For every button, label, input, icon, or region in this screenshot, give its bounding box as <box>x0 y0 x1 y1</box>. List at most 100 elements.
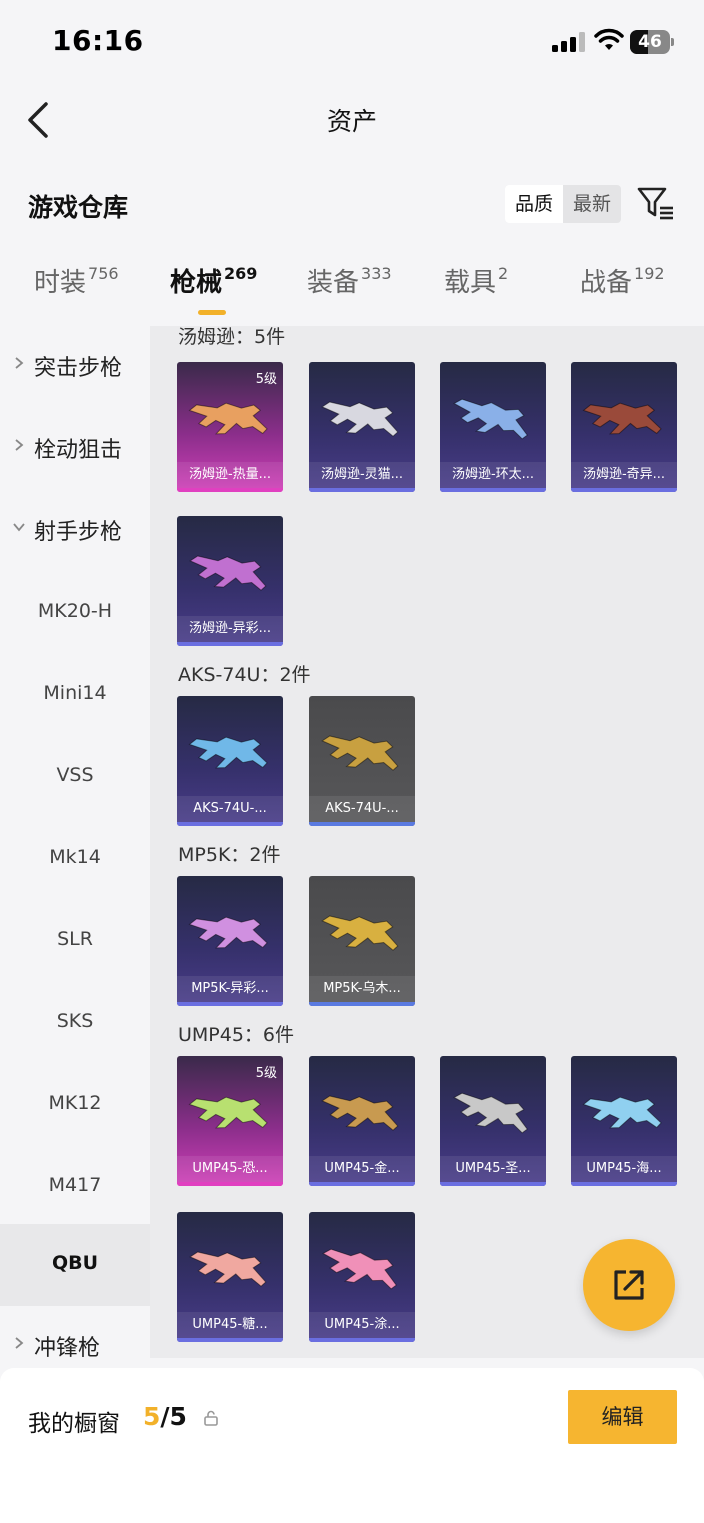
weapon-card[interactable]: AKS-74U-... <box>177 696 283 826</box>
weapon-card[interactable]: 汤姆逊-异彩... <box>177 516 283 646</box>
weapon-skin-image <box>188 402 268 435</box>
page-title: 资产 <box>326 107 377 136</box>
weapon-card[interactable]: 5级 UMP45-恐... <box>177 1056 283 1186</box>
weapon-name: AKS-74U-... <box>309 796 415 822</box>
weapon-card[interactable]: UMP45-金... <box>309 1056 415 1186</box>
rarity-bar <box>309 1338 415 1342</box>
chevron-right-icon <box>15 1337 24 1349</box>
weapon-name: AKS-74U-... <box>177 796 283 822</box>
tab-count: 333 <box>361 264 392 283</box>
wifi-icon <box>594 28 624 50</box>
sidebar-subitem-mini14[interactable]: Mini14 <box>0 654 150 736</box>
sidebar-item-label: M417 <box>48 1174 102 1196</box>
tab-label: 载具 <box>444 268 497 298</box>
status-time: 16:16 <box>52 24 144 57</box>
tab-supplies[interactable]: 战备 192 <box>580 262 665 322</box>
sidebar-subitem-vss[interactable]: VSS <box>0 736 150 818</box>
weapon-card[interactable]: MP5K-乌木... <box>309 876 415 1006</box>
chevron-right-icon <box>15 357 24 369</box>
weapon-card[interactable]: 汤姆逊-环太... <box>440 362 546 492</box>
weapon-skin-image <box>453 1092 528 1134</box>
rarity-bar <box>309 822 415 826</box>
battery-level: 46 <box>638 32 662 52</box>
sort-latest-button[interactable]: 最新 <box>563 185 621 223</box>
group-title: UMP45：6件 <box>178 1024 295 1046</box>
status-bar: 16:16 46 <box>0 0 704 84</box>
weapon-name: UMP45-海... <box>571 1156 677 1182</box>
sidebar-item-label: Mini14 <box>43 682 107 704</box>
tab-firearms[interactable]: 枪械 269 <box>170 262 257 322</box>
sort-toggle: 品质 最新 <box>505 185 621 223</box>
weapon-name: 汤姆逊-环太... <box>440 462 546 488</box>
tab-vehicles[interactable]: 载具 2 <box>444 262 508 322</box>
sidebar-item-smg[interactable]: 冲锋枪 <box>0 1306 150 1358</box>
rarity-bar <box>177 642 283 646</box>
showcase-total: /5 <box>160 1402 187 1431</box>
weapon-skin-image <box>189 555 267 591</box>
sidebar-subitem-mk20h[interactable]: MK20-H <box>0 572 150 654</box>
tab-label: 装备 <box>307 268 360 298</box>
weapon-name: 汤姆逊-灵猫... <box>309 462 415 488</box>
sidebar-item-assault-rifle[interactable]: 突击步枪 <box>0 326 150 408</box>
weapon-name: 汤姆逊-奇异... <box>571 462 677 488</box>
sidebar-item-label: MK20-H <box>37 600 113 622</box>
weapon-skin-image <box>188 1096 268 1129</box>
share-button[interactable] <box>583 1239 675 1331</box>
grade-badge: 5级 <box>255 1066 277 1081</box>
group-title: 汤姆逊：5件 <box>178 326 286 348</box>
filter-icon[interactable] <box>636 184 676 224</box>
weapon-card[interactable]: UMP45-糖... <box>177 1212 283 1342</box>
weapon-name: 汤姆逊-异彩... <box>177 616 283 642</box>
sidebar-item-label: 栓动狙击 <box>34 438 123 463</box>
weapon-card[interactable]: 汤姆逊-灵猫... <box>309 362 415 492</box>
sidebar-item-label: SKS <box>56 1010 94 1032</box>
weapon-list: 汤姆逊：5件 5级 汤姆逊-热量... 汤姆逊-灵猫... 汤姆逊-环太... 汤姆逊-奇… <box>150 326 704 1358</box>
rarity-bar <box>177 822 283 826</box>
weapon-skin-image <box>321 401 399 437</box>
grade-badge: 5级 <box>255 372 277 387</box>
tab-count: 192 <box>634 264 665 283</box>
weapon-skin-image <box>582 402 662 435</box>
weapon-skin-image <box>188 916 268 949</box>
category-tabs: 时装 756 枪械 269 装备 333 载具 2 战备 192 <box>0 262 704 324</box>
sidebar-subitem-qbu[interactable]: QBU <box>0 1224 150 1306</box>
edit-button[interactable]: 编辑 <box>568 1390 677 1444</box>
sidebar-subitem-mk14[interactable]: Mk14 <box>0 818 150 900</box>
showcase-label: 我的橱窗 <box>28 1411 120 1437</box>
rarity-bar <box>571 488 677 492</box>
sidebar-item-label: QBU <box>51 1252 99 1274</box>
battery-icon: 46 <box>630 30 674 54</box>
tab-equipment[interactable]: 装备 333 <box>307 262 392 322</box>
sidebar-item-bolt-sniper[interactable]: 栓动狙击 <box>0 408 150 490</box>
signal-icon <box>552 32 586 52</box>
tab-label: 枪械 <box>170 268 223 298</box>
sidebar-item-label: 冲锋枪 <box>34 1336 101 1358</box>
section-title: 游戏仓库 <box>28 193 129 222</box>
sidebar-item-label: VSS <box>56 764 94 786</box>
weapon-skin-image <box>321 915 399 951</box>
weapon-card[interactable]: UMP45-涂... <box>309 1212 415 1342</box>
weapon-name: UMP45-恐... <box>177 1156 283 1182</box>
weapon-card[interactable]: 5级 汤姆逊-热量... <box>177 362 283 492</box>
rarity-bar <box>309 488 415 492</box>
sidebar-subitem-m417[interactable]: M417 <box>0 1146 150 1228</box>
weapon-card[interactable]: UMP45-海... <box>571 1056 677 1186</box>
rarity-bar <box>571 1182 677 1186</box>
tab-label: 战备 <box>580 268 633 298</box>
weapon-card[interactable]: 汤姆逊-奇异... <box>571 362 677 492</box>
sidebar-subitem-slr[interactable]: SLR <box>0 900 150 982</box>
weapon-skin-image <box>321 1095 399 1131</box>
weapon-card[interactable]: AKS-74U-... <box>309 696 415 826</box>
rarity-bar <box>177 1338 283 1342</box>
weapon-card[interactable]: MP5K-异彩... <box>177 876 283 1006</box>
lock-icon <box>204 1410 218 1426</box>
sort-quality-button[interactable]: 品质 <box>505 185 563 223</box>
sidebar-item-label: 射手步枪 <box>34 520 123 545</box>
weapon-card[interactable]: UMP45-圣... <box>440 1056 546 1186</box>
tab-fashion[interactable]: 时装 756 <box>34 262 119 322</box>
sidebar-subitem-sks[interactable]: SKS <box>0 982 150 1064</box>
sidebar-subitem-mk12[interactable]: MK12 <box>0 1064 150 1146</box>
tab-active-indicator <box>198 310 226 315</box>
sidebar-item-dmr[interactable]: 射手步枪 <box>0 490 150 572</box>
sidebar-item-label: SLR <box>57 928 93 950</box>
